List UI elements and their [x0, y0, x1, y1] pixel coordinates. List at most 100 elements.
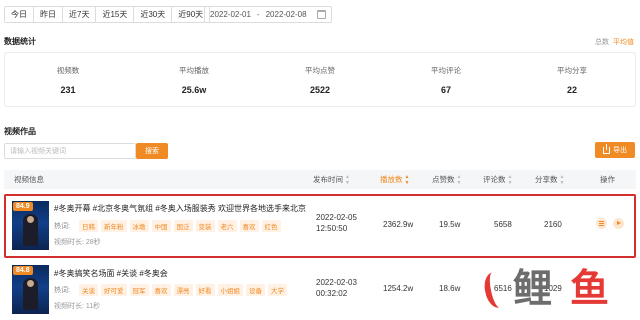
- hot-word-tag: 好看: [195, 284, 215, 296]
- header-label: 评论数: [483, 175, 506, 184]
- stat-value: 25.6w: [181, 84, 207, 95]
- stat-value: 67: [440, 84, 451, 95]
- date-separator: -: [256, 10, 260, 19]
- video-title[interactable]: #冬奥开幕 #北京冬奥气氛组 #冬奥入场服装秀 欢迎世界各地选手来北京。: [54, 203, 306, 214]
- play-icon[interactable]: [613, 218, 624, 229]
- hot-word-tag: 喜欢: [239, 220, 259, 232]
- header-video-info: 视频信息: [14, 175, 44, 184]
- hot-word-tag: 红色: [261, 220, 281, 232]
- hot-word-tag: 日韩: [79, 220, 98, 232]
- hot-word-tag: 冠军: [129, 284, 149, 296]
- header-label: 播放数: [380, 175, 403, 184]
- hot-word-tag: 变装: [195, 220, 215, 232]
- sort-icon: ▲ ▼: [404, 174, 410, 187]
- plays-value: 2362.9w: [383, 220, 414, 229]
- video-duration: 视频时长: 28秒: [54, 239, 101, 246]
- video-keyword-search-input[interactable]: [4, 143, 136, 159]
- hot-word-tag: 中国: [151, 220, 171, 232]
- publish-date: 2022-02-05: [316, 213, 357, 222]
- header-likes[interactable]: 点赞数 ▲ ▼: [432, 170, 461, 189]
- watermark-char: 鲤: [513, 267, 553, 312]
- plays-value: 1254.2w: [383, 284, 414, 293]
- header-actions: 操作: [600, 175, 615, 184]
- total-link[interactable]: 总数: [595, 37, 609, 47]
- header-publish-time[interactable]: 发布时间 ▲ ▼: [313, 170, 350, 189]
- stats-mode-links: 总数 平均值: [595, 37, 634, 47]
- tab-yesterday[interactable]: 昨日: [34, 7, 63, 22]
- table-row[interactable]: 84.9 #冬奥开幕 #北京冬奥气氛组 #冬奥入场服装秀 欢迎世界各地选手来北京…: [4, 194, 636, 258]
- hot-words-label: 热词:: [54, 223, 70, 230]
- stats-card: 视频数 231 平均播放 25.6w 平均点赞 2522 平均评论 67 平均分…: [4, 52, 636, 107]
- hot-word-tag: 小姐姐: [217, 284, 243, 296]
- shares-value: 2160: [544, 220, 562, 229]
- stat-avg-likes: 平均点赞 2522: [257, 53, 383, 106]
- hot-word-tag: 老六: [217, 220, 237, 232]
- search-button[interactable]: 搜索: [136, 143, 168, 159]
- average-link[interactable]: 平均值: [613, 37, 634, 47]
- watermark-swoosh: [481, 270, 511, 310]
- likes-value: 19.5w: [439, 220, 461, 229]
- header-shares[interactable]: 分享数 ▲ ▼: [535, 170, 564, 189]
- thumbnail-face: [27, 216, 34, 223]
- watermark-char: 鱼: [570, 267, 610, 312]
- stat-label: 平均评论: [431, 65, 461, 75]
- tab-today[interactable]: 今日: [5, 7, 34, 22]
- hot-word-tag: 好可爱: [101, 284, 127, 296]
- stat-avg-comments: 平均评论 67: [383, 53, 509, 106]
- detail-list-icon[interactable]: [596, 218, 607, 229]
- hot-words-label: 热词:: [54, 287, 70, 294]
- export-button[interactable]: 导出: [595, 142, 635, 158]
- video-thumbnail[interactable]: 84.9: [12, 201, 49, 250]
- stat-label: 平均分享: [557, 65, 587, 75]
- stat-value: 2522: [309, 84, 331, 95]
- header-label: 发布时间: [313, 175, 343, 184]
- sort-icon: ▲ ▼: [559, 174, 565, 187]
- publish-clock: 12:50:50: [316, 224, 348, 233]
- score-badge: 84.8: [13, 266, 33, 275]
- sort-icon: ▲ ▼: [507, 174, 513, 187]
- hot-word-tag: 大学: [268, 284, 287, 296]
- hot-word-tag: 设备: [246, 284, 265, 296]
- sort-icon: ▲ ▼: [456, 174, 462, 187]
- publish-time: 2022-02-05 12:50:50: [316, 212, 357, 234]
- tab-last-15-days[interactable]: 近15天: [96, 7, 135, 22]
- stat-avg-shares: 平均分享 22: [509, 53, 635, 106]
- hot-word-tags: 日韩 新年粉 冰墩 中国 国泛 变装 老六 喜欢 红色: [79, 220, 281, 232]
- stats-title: 数据统计: [4, 37, 36, 46]
- header-plays[interactable]: 播放数 ▲ ▼: [380, 170, 409, 189]
- stat-label: 平均点赞: [305, 65, 335, 75]
- video-duration: 视频时长: 11秒: [54, 303, 101, 310]
- hot-word-tag: 关谈: [79, 284, 98, 296]
- header-label: 分享数: [535, 175, 558, 184]
- tab-last-30-days[interactable]: 近30天: [134, 7, 173, 22]
- video-thumbnail[interactable]: 84.8: [12, 265, 49, 314]
- hot-word-tag: 新年粉: [101, 220, 127, 232]
- hot-word-tag: 国泛: [173, 220, 193, 232]
- works-title: 视频作品: [4, 127, 36, 136]
- date-range-picker[interactable]: 2022-02-01 - 2022-02-08: [204, 6, 332, 23]
- stat-label: 平均播放: [179, 65, 209, 75]
- stat-video-count: 视频数 231: [5, 53, 131, 106]
- sort-icon: ▲ ▼: [345, 174, 350, 187]
- hot-word-tags: 关谈 好可爱 冠军 喜欢 漂亮 好看 小姐姐 设备 大学: [79, 284, 287, 296]
- header-comments[interactable]: 评论数 ▲ ▼: [483, 170, 512, 189]
- watermark-logo: 鲤 鱼: [481, 262, 635, 320]
- video-title[interactable]: #冬奥搞笑名场面 #关谈 #冬奥会: [54, 268, 306, 279]
- calendar-icon: [317, 10, 326, 19]
- publish-clock: 00:32:02: [316, 289, 348, 298]
- header-label: 点赞数: [432, 175, 455, 184]
- comments-value: 5658: [494, 220, 512, 229]
- stat-label: 视频数: [56, 65, 80, 75]
- hot-word-tag: 喜欢: [151, 284, 171, 296]
- end-date: 2022-02-08: [265, 10, 307, 19]
- stat-value: 231: [60, 84, 76, 95]
- publish-time: 2022-02-03 00:32:02: [316, 277, 357, 299]
- publish-date: 2022-02-03: [316, 278, 357, 287]
- hot-word-tag: 冰墩: [129, 220, 149, 232]
- likes-value: 18.6w: [439, 284, 461, 293]
- stat-value: 22: [566, 84, 577, 95]
- score-badge: 84.9: [13, 202, 33, 211]
- tab-last-7-days[interactable]: 近7天: [63, 7, 97, 22]
- table-header: 视频信息 发布时间 ▲ ▼ 播放数 ▲ ▼ 点赞数 ▲ ▼ 评论数 ▲ ▼ 分享数 ▲ ▼ 操作: [4, 170, 636, 189]
- export-icon: [603, 143, 610, 154]
